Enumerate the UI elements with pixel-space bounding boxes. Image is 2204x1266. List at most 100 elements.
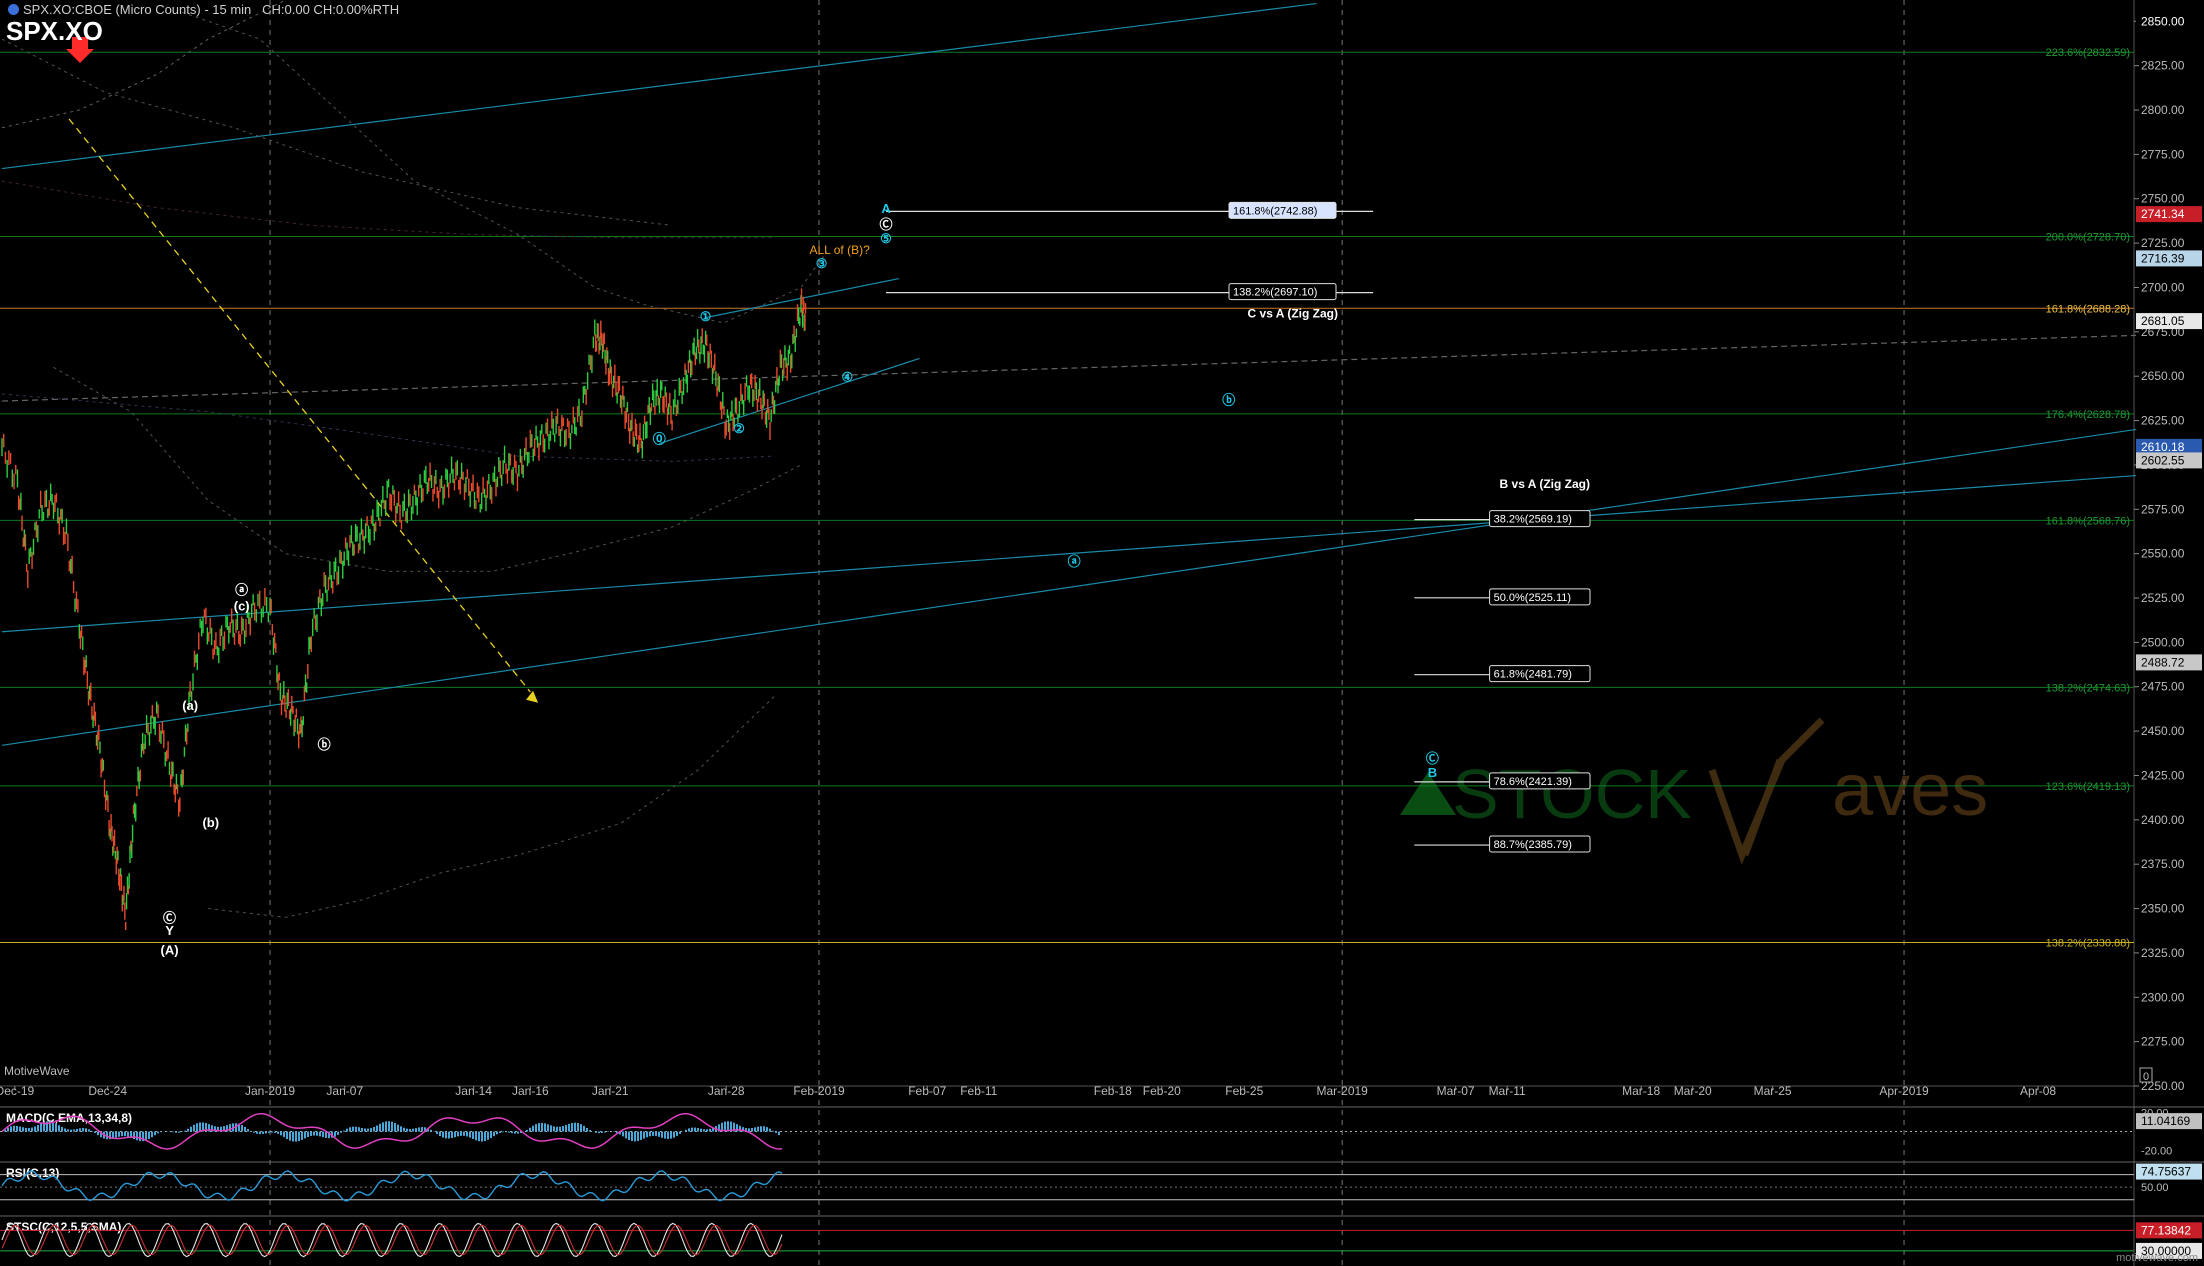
- price-tick-label: 2325.00: [2141, 946, 2185, 960]
- price-tick-label: 2450.00: [2141, 724, 2185, 738]
- time-tick-label: Mar-07: [1437, 1084, 1475, 1098]
- watermark-aves: aves: [1832, 748, 1988, 831]
- price-tick-label: 2650.00: [2141, 369, 2185, 383]
- time-tick-label: Dec-24: [88, 1084, 127, 1098]
- wave-label: A: [881, 201, 891, 216]
- price-tick-label: 2275.00: [2141, 1035, 2185, 1049]
- macd-badge: 11.04169: [2141, 1114, 2190, 1128]
- time-tick-label: Feb-07: [908, 1084, 946, 1098]
- price-badge: 2488.72: [2141, 655, 2185, 669]
- fib-level-label: 200.0%(2728.70): [2046, 232, 2130, 244]
- wave-label: (A): [161, 943, 179, 958]
- price-tick-label: 2300.00: [2141, 990, 2185, 1004]
- wave-label: (b): [202, 815, 219, 830]
- fib-level-label: 138.2%(2474.63): [2046, 682, 2130, 694]
- time-tick-label: Jan-07: [326, 1084, 363, 1098]
- symbol-color-icon: [8, 4, 19, 15]
- price-tick-label: 2350.00: [2141, 902, 2185, 916]
- price-tick-label: 2575.00: [2141, 502, 2185, 516]
- retracement-label: 78.6%(2421.39): [1494, 776, 1572, 788]
- wave-label: ⓐ: [1068, 554, 1081, 569]
- wave-label: ②: [733, 421, 745, 436]
- fib-level-label: 161.8%(2568.76): [2046, 515, 2130, 527]
- panel-title: STSC(C,12,5,5,SMA): [6, 1220, 121, 1234]
- time-tick-label: Jan-28: [708, 1084, 745, 1098]
- wave-label: ④: [842, 370, 854, 385]
- retracement-title-2: C vs A (Zig Zag): [1248, 307, 1338, 321]
- fib-level-label: 176.4%(2628.78): [2046, 409, 2130, 421]
- time-tick-label: Jan-16: [512, 1084, 549, 1098]
- fib-level-label: 223.6%(2832.59): [2046, 47, 2130, 59]
- time-tick-label: Dec-19: [0, 1084, 35, 1098]
- price-badge: 2681.05: [2141, 314, 2185, 328]
- panel-title: MACD(C,EMA,13,34,8): [6, 1111, 132, 1125]
- site-label: motivewave.com: [2116, 1252, 2198, 1264]
- retracement-label: 88.7%(2385.79): [1494, 839, 1572, 851]
- wave-label: Ⓒ: [1426, 751, 1439, 766]
- time-tick-label: Jan-21: [592, 1084, 629, 1098]
- chart-canvas: STOCK aves 223.6%(2832.59) 200.0%(2728.70) 1…: [0, 0, 2204, 1266]
- time-tick-label: Jan-14: [455, 1084, 492, 1098]
- wave-label: ALL of (B)?: [809, 243, 870, 257]
- retracement-title: B vs A (Zig Zag): [1500, 477, 1590, 491]
- wave-label: B: [1428, 765, 1437, 780]
- wave-label: (a): [182, 698, 198, 713]
- price-tick-label: 2500.00: [2141, 635, 2185, 649]
- wave-label: Ⓒ: [880, 217, 893, 232]
- chart-header: SPX.XO:CBOE (Micro Counts) - 15 min CH:0…: [8, 2, 399, 17]
- price-tick-label: 2400.00: [2141, 813, 2185, 827]
- price-tick-label: 2375.00: [2141, 857, 2185, 871]
- stoch-badge: 77.13842: [2141, 1223, 2191, 1237]
- price-tick-label: 2550.00: [2141, 547, 2185, 561]
- price-tick-label: 2625.00: [2141, 414, 2185, 428]
- price-badge: 2602.55: [2141, 453, 2185, 467]
- time-tick-label: Mar-18: [1622, 1084, 1660, 1098]
- fib-level-label: 138.2%(2330.88): [2046, 937, 2130, 949]
- zoom-label: 0: [2143, 1071, 2149, 1083]
- price-tick-label: 2825.00: [2141, 59, 2185, 73]
- retracement-label: 38.2%(2569.19): [1494, 514, 1572, 526]
- time-tick-label: Apr-08: [2020, 1084, 2056, 1098]
- fib-level-label: 123.6%(2419.13): [2046, 781, 2130, 793]
- wave-label: ⓐ: [235, 582, 248, 597]
- macd-tick: -20.00: [2141, 1145, 2172, 1157]
- wave-label: ⓑ: [1222, 393, 1235, 408]
- time-tick-label: Feb-18: [1094, 1084, 1132, 1098]
- panel-title: RSI(C,13): [6, 1166, 59, 1180]
- price-badge: 2716.39: [2141, 251, 2185, 265]
- target-label: 138.2%(2697.10): [1233, 287, 1317, 299]
- wave-label: ⑤: [880, 231, 892, 246]
- retracement-label: 61.8%(2481.79): [1494, 669, 1572, 681]
- price-tick-label: 2800.00: [2141, 103, 2185, 117]
- price-tick-label: 2750.00: [2141, 192, 2185, 206]
- wave-label: ①: [700, 309, 712, 324]
- time-tick-label: Apr-2019: [1879, 1084, 1929, 1098]
- retracement-label: 50.0%(2525.11): [1494, 592, 1571, 604]
- price-badge: 2850.00: [2141, 14, 2185, 28]
- time-tick-label: Feb-11: [960, 1084, 997, 1098]
- target-label: 161.8%(2742.88): [1233, 205, 1317, 217]
- price-tick-label: 2525.00: [2141, 591, 2185, 605]
- fib-level-label: 161.8%(2688.28): [2046, 303, 2130, 315]
- price-badge: 2741.34: [2141, 207, 2185, 221]
- wave-label: Y: [165, 923, 174, 938]
- price-tick-label: 2425.00: [2141, 768, 2185, 782]
- time-tick-label: Jan-2019: [245, 1084, 295, 1098]
- price-tick-label: 2725.00: [2141, 236, 2185, 250]
- time-tick-label: Mar-2019: [1317, 1084, 1369, 1098]
- time-tick-label: Mar-20: [1674, 1084, 1712, 1098]
- price-badge: 2610.18: [2141, 440, 2185, 454]
- time-tick-label: Feb-20: [1143, 1084, 1181, 1098]
- rsi-tick: 50.00: [2141, 1182, 2169, 1194]
- watermark-stock: STOCK: [1452, 755, 1692, 833]
- time-tick-label: Feb-25: [1225, 1084, 1263, 1098]
- wave-label: (c): [234, 598, 250, 613]
- price-tick-label: 2700.00: [2141, 280, 2185, 294]
- brand-label: MotiveWave: [4, 1064, 70, 1078]
- chart-title: SPX.XO:CBOE (Micro Counts) - 15 min: [23, 2, 252, 17]
- time-tick-label: Mar-25: [1754, 1084, 1792, 1098]
- price-tick-label: 2475.00: [2141, 680, 2185, 694]
- plot-background: [0, 0, 2204, 1266]
- time-tick-label: Mar-11: [1489, 1084, 1526, 1098]
- wave-label: ⓑ: [318, 737, 331, 752]
